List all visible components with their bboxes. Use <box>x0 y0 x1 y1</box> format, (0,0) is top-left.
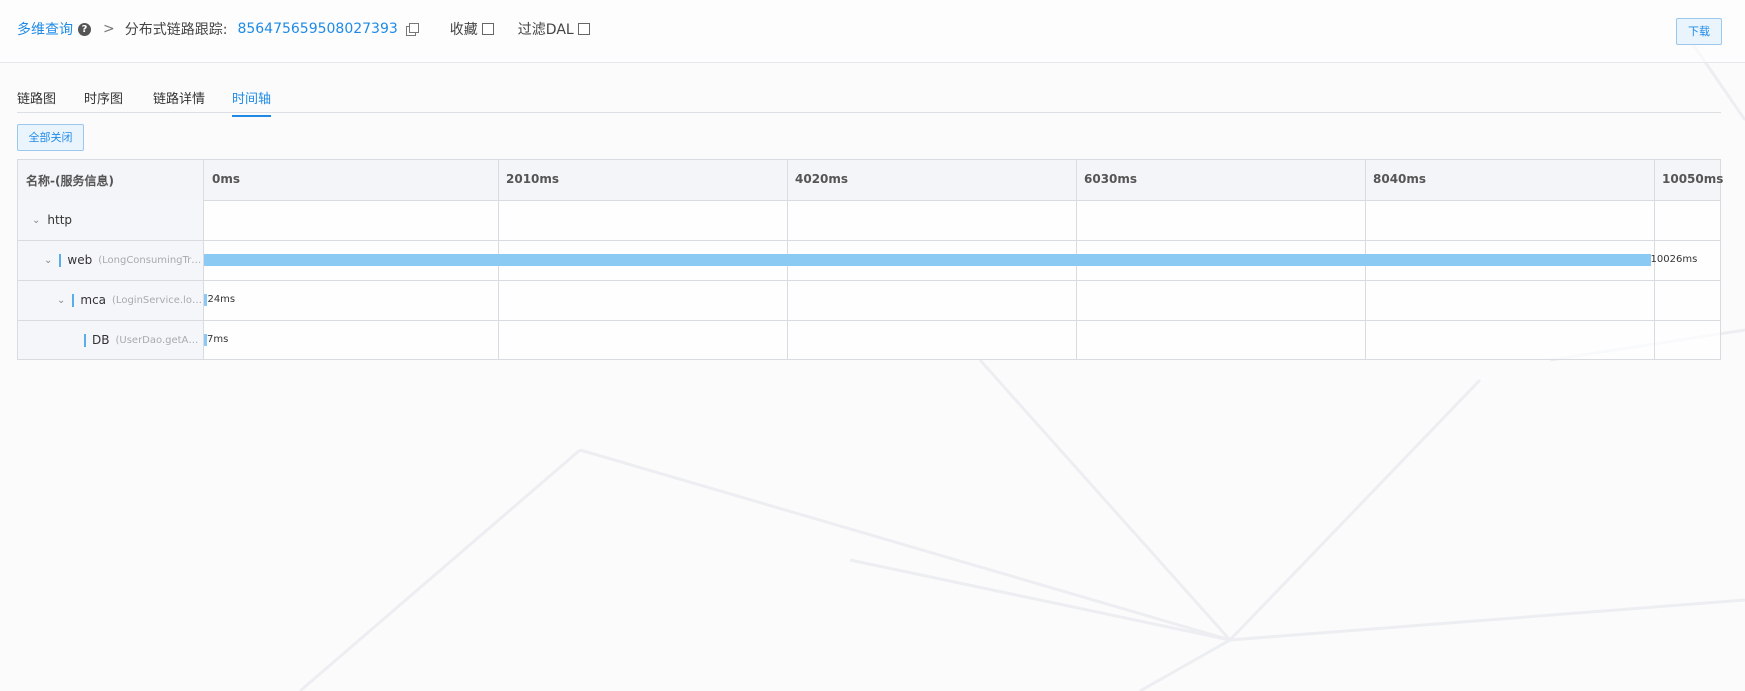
tab-trace-graph[interactable]: 链路图 <box>17 88 56 107</box>
timeline-row-db[interactable]: DB (UserDao.getA… <box>84 320 202 360</box>
tab-bar: 链路图 时序图 链路详情 时间轴 <box>17 86 1721 117</box>
row-divider <box>18 280 1720 281</box>
filter-dal-toggle[interactable]: 过滤DAL <box>518 19 590 39</box>
span-duration-label: 7ms <box>207 334 229 345</box>
breadcrumb-home-link[interactable]: 多维查询 <box>17 19 73 39</box>
timeline-row-http[interactable]: ⌄ http <box>32 200 202 240</box>
row-divider <box>18 240 1720 241</box>
breadcrumb-current: 分布式链路跟踪: <box>124 22 228 38</box>
level-marker <box>72 293 75 307</box>
tick-label: 0ms <box>212 172 240 186</box>
timeline-row-mca[interactable]: ⌄ mca (LoginService.lo… <box>57 280 202 320</box>
page: 多维查询 ? > 分布式链路跟踪: 856475659508027393 收藏 … <box>0 0 1745 691</box>
favorite-toggle[interactable]: 收藏 <box>450 19 494 39</box>
copy-icon[interactable] <box>405 23 419 36</box>
tab-trace-details[interactable]: 链路详情 <box>153 88 205 107</box>
collapse-all-button[interactable]: 全部关闭 <box>17 124 84 151</box>
filter-dal-label: 过滤DAL <box>517 22 574 38</box>
service-info: (LongConsumingTr… <box>98 254 202 266</box>
level-marker <box>84 333 86 347</box>
chevron-down-icon[interactable]: ⌄ <box>44 255 52 266</box>
timeline-row-web[interactable]: ⌄ web (LongConsumingTr… <box>44 240 202 280</box>
tab-sequence-diagram[interactable]: 时序图 <box>84 88 123 107</box>
chevron-right-icon: > <box>103 21 115 37</box>
span-duration-label: 24ms <box>207 294 236 305</box>
service-name: mca <box>80 293 107 307</box>
chevron-down-icon[interactable]: ⌄ <box>57 295 65 306</box>
chevron-down-icon[interactable]: ⌄ <box>32 215 40 226</box>
name-column-header: 名称-(服务信息) <box>26 174 114 188</box>
service-info: (LoginService.lo… <box>112 294 202 306</box>
timeline-header <box>18 160 1720 201</box>
service-name: web <box>67 253 93 267</box>
tick-label: 2010ms <box>506 172 560 186</box>
help-icon[interactable]: ? <box>78 22 91 36</box>
trace-id: 856475659508027393 <box>237 21 398 37</box>
span-duration-label: 10026ms <box>1650 254 1698 265</box>
tick-label: 4020ms <box>795 172 849 186</box>
service-info: (UserDao.getA… <box>115 334 199 346</box>
timeline-grid: 名称-(服务信息) 0ms 2010ms 4020ms 6030ms 8040m… <box>17 159 1724 360</box>
tick-label: 10050ms <box>1662 172 1724 186</box>
filter-dal-checkbox[interactable] <box>577 23 590 35</box>
favorite-checkbox[interactable] <box>481 23 494 35</box>
download-button[interactable]: 下载 <box>1676 18 1722 45</box>
breadcrumb: 多维查询 ? > 分布式链路跟踪: 856475659508027393 收藏 … <box>17 19 590 39</box>
tab-timeline[interactable]: 时间轴 <box>232 88 272 117</box>
service-name: DB <box>92 333 110 347</box>
tick-label: 6030ms <box>1084 172 1138 186</box>
span-bar-web[interactable] <box>204 254 1651 266</box>
level-marker <box>59 253 62 267</box>
service-name: http <box>47 213 73 227</box>
page-header: 多维查询 ? > 分布式链路跟踪: 856475659508027393 收藏 … <box>0 0 1745 63</box>
tick-label: 8040ms <box>1373 172 1427 186</box>
favorite-label: 收藏 <box>449 22 478 38</box>
row-divider <box>18 320 1720 321</box>
